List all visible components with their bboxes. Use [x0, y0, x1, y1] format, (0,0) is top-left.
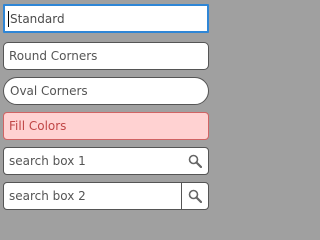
- text-cursor: [8, 10, 9, 27]
- search-box-2[interactable]: search box 2: [3, 182, 209, 210]
- search-box-1[interactable]: search box 1: [3, 147, 209, 175]
- search-box-2-placeholder: search box 2: [9, 189, 86, 203]
- fill-colors-field-value: Fill Colors: [9, 119, 67, 133]
- round-corners-text-field[interactable]: Round Corners: [3, 42, 209, 70]
- oval-corners-field-value: Oval Corners: [10, 84, 88, 98]
- standard-field-value: Standard: [10, 11, 65, 26]
- search-box-1-placeholder: search box 1: [9, 154, 86, 168]
- search-icon[interactable]: [181, 183, 208, 209]
- standard-text-field[interactable]: Standard: [3, 4, 209, 33]
- fill-colors-text-field[interactable]: Fill Colors: [3, 112, 209, 140]
- search-icon[interactable]: [182, 148, 208, 174]
- oval-corners-text-field[interactable]: Oval Corners: [3, 77, 209, 105]
- round-corners-field-value: Round Corners: [9, 49, 98, 63]
